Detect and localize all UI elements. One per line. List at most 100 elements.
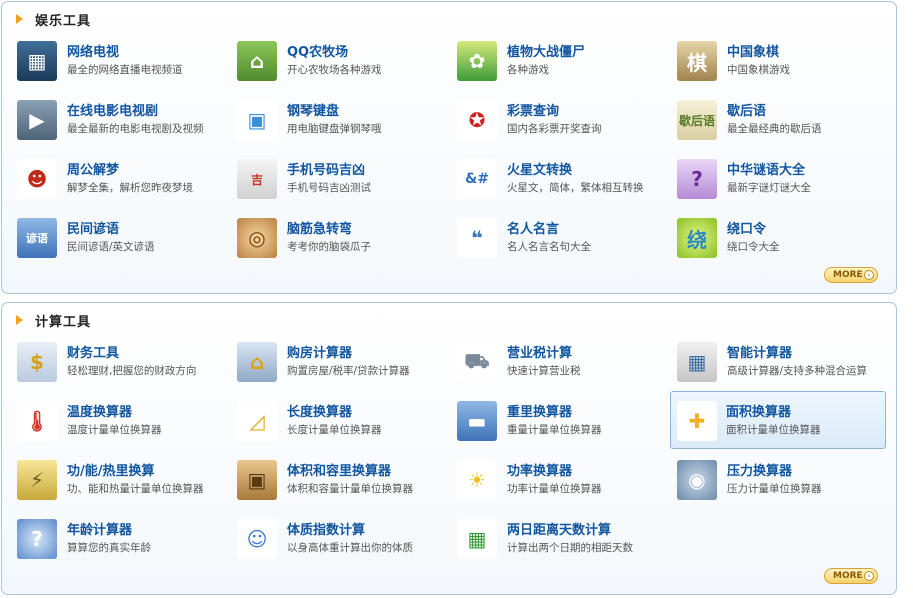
tool-title[interactable]: 脑筋急转弯 xyxy=(287,218,352,237)
movie-icon: ▶ xyxy=(17,100,57,140)
tool-desc: 开心农牧场各种游戏 xyxy=(287,64,382,76)
tool-title[interactable]: 绕口令 xyxy=(727,218,766,237)
tool-item-phone[interactable]: 吉 手机号码吉凶 手机号码吉凶测试 xyxy=(236,152,450,204)
tool-item-chess[interactable]: 棋 中国象棋 中国象棋游戏 xyxy=(676,34,890,86)
tool-title[interactable]: 功率换算器 xyxy=(507,460,572,479)
tool-item-proverb[interactable]: 谚语 民间谚语 民间谚语/英文谚语 xyxy=(16,211,230,263)
tool-item-bmi[interactable]: ☺ 体质指数计算 以身高体重计算出你的体质 xyxy=(236,512,450,564)
tool-item-age[interactable]: ? 年龄计算器 算算您的真实年龄 xyxy=(16,512,230,564)
more-button[interactable]: MORE › xyxy=(824,568,878,584)
tool-item-movie[interactable]: ▶ 在线电影电视剧 最全最新的电影电视剧及视频 xyxy=(16,93,230,145)
tool-item-mars-text[interactable]: &# 火星文转换 火星文，简体，繁体相互转换 xyxy=(456,152,670,204)
age-icon: ? xyxy=(17,519,57,559)
piano-icon: ▣ xyxy=(237,100,277,140)
tool-title[interactable]: 中华谜语大全 xyxy=(727,159,805,178)
weight-icon: ▬ xyxy=(457,401,497,441)
tool-desc: 购置房屋/税率/贷款计算器 xyxy=(287,365,410,377)
more-label: MORE xyxy=(833,571,863,581)
tool-item-lottery[interactable]: ✪ 彩票查询 国内各彩票开奖查询 xyxy=(456,93,670,145)
energy-icon: ⚡ xyxy=(17,460,57,500)
tool-desc: 国内各彩票开奖查询 xyxy=(507,123,602,135)
tool-title[interactable]: 智能计算器 xyxy=(727,342,792,361)
tool-item-business-tax[interactable]: ⛟ 营业税计算 快速计算营业税 xyxy=(456,335,670,387)
tool-desc: 以身高体重计算出你的体质 xyxy=(287,542,413,554)
tool-desc: 算算您的真实年龄 xyxy=(67,542,151,554)
tool-item-piano[interactable]: ▣ 钢琴键盘 用电脑键盘弹钢琴哦 xyxy=(236,93,450,145)
tool-title[interactable]: 营业税计算 xyxy=(507,342,572,361)
calculator-icon: ▦ xyxy=(677,342,717,382)
tool-item-temperature[interactable]: 🌡 温度换算器 温度计量单位换算器 xyxy=(16,394,230,446)
tool-title[interactable]: QQ农牧场 xyxy=(287,41,348,60)
tool-item-farm[interactable]: ⌂ QQ农牧场 开心农牧场各种游戏 xyxy=(236,34,450,86)
tool-title[interactable]: 名人名言 xyxy=(507,218,559,237)
tool-title[interactable]: 财务工具 xyxy=(67,342,119,361)
tool-desc: 功率计量单位换算器 xyxy=(507,483,602,495)
tool-item-pvz[interactable]: ✿ 植物大战僵尸 各种游戏 xyxy=(456,34,670,86)
tool-title[interactable]: 歇后语 xyxy=(727,100,766,119)
tool-item-energy[interactable]: ⚡ 功/能/热里换算 功、能和热量计量单位换算器 xyxy=(16,453,230,505)
tool-item-volume[interactable]: ▣ 体积和容里换算器 体积和容量计量单位换算器 xyxy=(236,453,450,505)
tool-title[interactable]: 民间谚语 xyxy=(67,218,119,237)
tool-item-power[interactable]: ☀ 功率换算器 功率计量单位换算器 xyxy=(456,453,670,505)
tool-item-date-diff[interactable]: ▦ 两日距离天数计算 计算出两个日期的相距天数 xyxy=(456,512,670,564)
tool-item-area[interactable]: ✚ 面积换算器 面积计量单位换算器 xyxy=(670,391,886,449)
tool-title[interactable]: 钢琴键盘 xyxy=(287,100,339,119)
more-label: MORE xyxy=(833,270,863,280)
tool-item-weight[interactable]: ▬ 重里换算器 重量计量单位换算器 xyxy=(456,394,670,446)
xiehouyu-icon: 歇后语 xyxy=(677,100,717,140)
house-loan-icon: ⌂ xyxy=(237,342,277,382)
tool-title[interactable]: 周公解梦 xyxy=(67,159,119,178)
tool-desc: 重量计量单位换算器 xyxy=(507,424,602,436)
tool-item-length[interactable]: ◿ 长度换算器 长度计量单位换算器 xyxy=(236,394,450,446)
tool-desc: 最全的网络直播电视频道 xyxy=(67,64,183,76)
tool-desc: 名人名言名句大全 xyxy=(507,241,591,253)
tool-desc: 最新字谜灯谜大全 xyxy=(727,182,811,194)
tool-item-pressure[interactable]: ◉ 压力换算器 压力计量单位换算器 xyxy=(676,453,890,505)
tool-desc: 高级计算器/支持多种混合运算 xyxy=(727,365,868,377)
tool-title[interactable]: 体质指数计算 xyxy=(287,519,365,538)
panel-header: 娱乐工具 xyxy=(16,10,91,29)
tool-title[interactable]: 功/能/热里换算 xyxy=(67,460,155,479)
tool-title[interactable]: 压力换算器 xyxy=(727,460,792,479)
tool-title[interactable]: 温度换算器 xyxy=(67,401,132,420)
tool-desc: 体积和容量计量单位换算器 xyxy=(287,483,413,495)
tool-item-quote[interactable]: ❝ 名人名言 名人名言名句大全 xyxy=(456,211,670,263)
tool-title[interactable]: 火星文转换 xyxy=(507,159,572,178)
calculator-tools-panel: 计算工具 $ 财务工具 轻松理财,把握您的财政方向 ⌂ 购房计算器 购置房屋/税… xyxy=(1,302,897,595)
tool-title[interactable]: 植物大战僵尸 xyxy=(507,41,585,60)
tool-item-riddle[interactable]: ? 中华谜语大全 最新字谜灯谜大全 xyxy=(676,152,890,204)
brain-teaser-icon: ◎ xyxy=(237,218,277,258)
tool-title[interactable]: 重里换算器 xyxy=(507,401,572,420)
tool-title[interactable]: 面积换算器 xyxy=(726,401,791,420)
tool-title[interactable]: 年龄计算器 xyxy=(67,519,132,538)
tool-item-dream[interactable]: ☻ 周公解梦 解梦全集，解析您昨夜梦境 xyxy=(16,152,230,204)
tool-item-brain-teaser[interactable]: ◎ 脑筋急转弯 考考你的脑袋瓜子 xyxy=(236,211,450,263)
tool-title[interactable]: 体积和容里换算器 xyxy=(287,460,391,479)
calendar-icon: ▦ xyxy=(457,519,497,559)
tool-desc: 功、能和热量计量单位换算器 xyxy=(67,483,204,495)
tool-desc: 绕口令大全 xyxy=(727,241,780,253)
tool-item-finance[interactable]: $ 财务工具 轻松理财,把握您的财政方向 xyxy=(16,335,230,387)
tool-desc: 解梦全集，解析您昨夜梦境 xyxy=(67,182,193,194)
tool-title[interactable]: 两日距离天数计算 xyxy=(507,519,611,538)
tool-title[interactable]: 在线电影电视剧 xyxy=(67,100,158,119)
tool-desc: 考考你的脑袋瓜子 xyxy=(287,241,371,253)
more-button[interactable]: MORE › xyxy=(824,267,878,283)
tool-title[interactable]: 手机号码吉凶 xyxy=(287,159,365,178)
tool-title[interactable]: 彩票查询 xyxy=(507,100,559,119)
tool-desc: 温度计量单位换算器 xyxy=(67,424,162,436)
puzzle-icon: ✚ xyxy=(677,401,717,441)
riddle-icon: ? xyxy=(677,159,717,199)
tool-desc: 民间谚语/英文谚语 xyxy=(67,241,155,253)
tool-title[interactable]: 购房计算器 xyxy=(287,342,352,361)
tool-item-house-loan[interactable]: ⌂ 购房计算器 购置房屋/税率/贷款计算器 xyxy=(236,335,450,387)
tool-item-tv[interactable]: ▦ 网络电视 最全的网络直播电视频道 xyxy=(16,34,230,86)
tool-item-smart-calculator[interactable]: ▦ 智能计算器 高级计算器/支持多种混合运算 xyxy=(676,335,890,387)
tool-desc: 轻松理财,把握您的财政方向 xyxy=(67,365,197,377)
tool-item-xiehouyu[interactable]: 歇后语 歇后语 最全最经典的歇后语 xyxy=(676,93,890,145)
tool-desc: 最全最新的电影电视剧及视频 xyxy=(67,123,204,135)
tool-title[interactable]: 长度换算器 xyxy=(287,401,352,420)
tool-item-tongue-twister[interactable]: 绕 绕口令 绕口令大全 xyxy=(676,211,890,263)
tool-title[interactable]: 中国象棋 xyxy=(727,41,779,60)
tool-title[interactable]: 网络电视 xyxy=(67,41,119,60)
